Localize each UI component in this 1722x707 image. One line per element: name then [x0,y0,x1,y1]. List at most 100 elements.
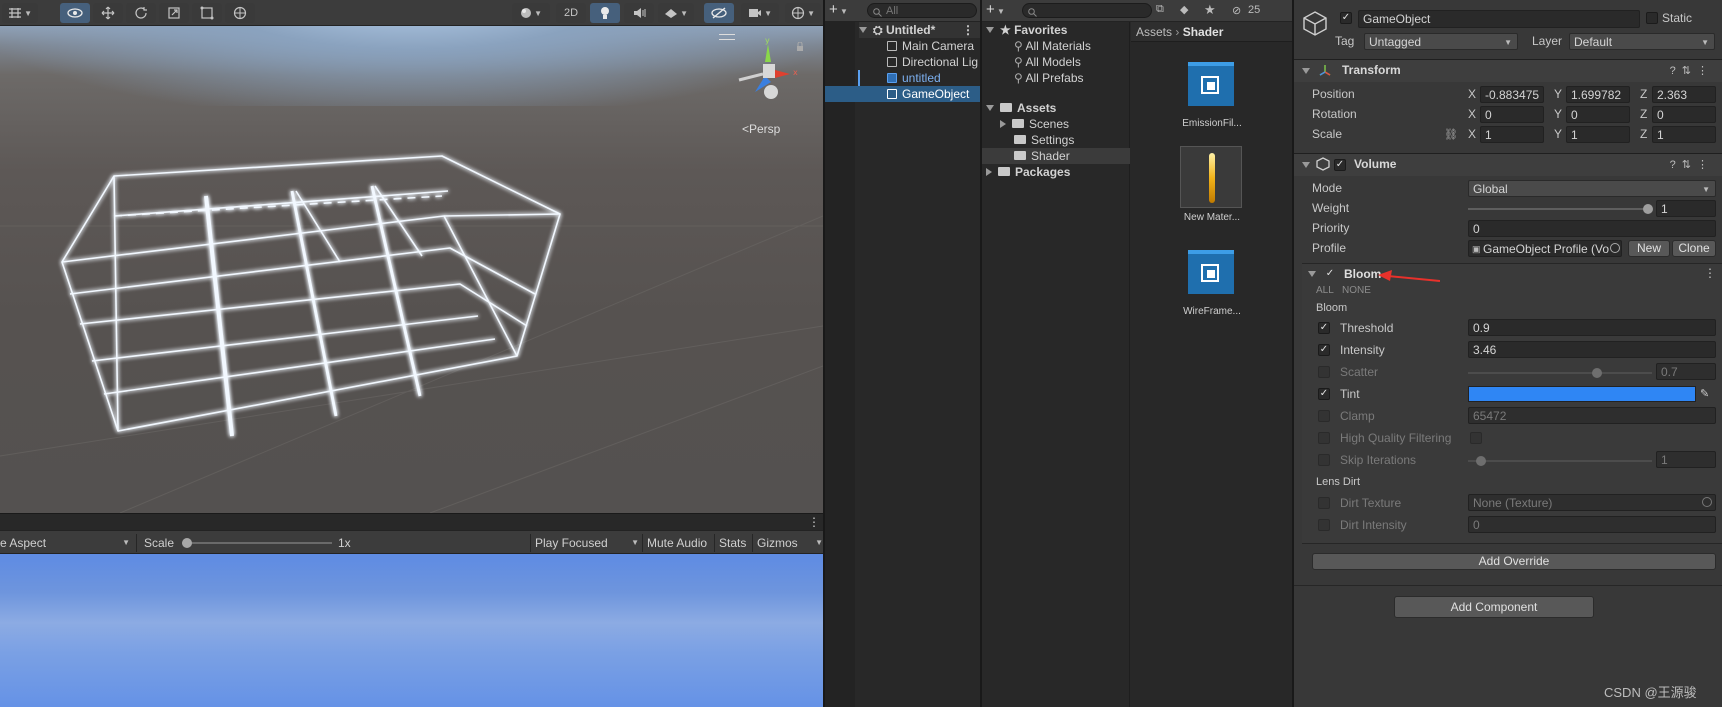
intensity-field[interactable]: 3.46 [1468,341,1716,358]
grid-icon[interactable]: ▼ [2,3,38,23]
hidden-objects-icon[interactable] [704,3,734,23]
breadcrumb-item[interactable]: Assets [1136,25,1172,39]
bloom-enabled-checkbox[interactable]: ✓ [1324,268,1336,280]
scale-x-field[interactable]: 1 [1480,126,1544,143]
scatter-slider-track[interactable] [1468,372,1652,374]
scale-y-field[interactable]: 1 [1566,126,1630,143]
skip-override-checkbox[interactable] [1318,454,1330,466]
scatter-override-checkbox[interactable] [1318,366,1330,378]
component-menu-icons[interactable]: ?⇅⋮ [1670,64,1714,77]
hq-filtering-checkbox[interactable] [1470,432,1482,444]
effects-icon[interactable]: ▼ [658,3,694,23]
hidden-packages-icon[interactable]: ⊘ [1232,4,1241,17]
rotation-x-field[interactable]: 0 [1480,106,1544,123]
scene-menu-icon[interactable]: ⋮ [962,22,974,38]
profile-field[interactable]: ▣ GameObject Profile (Vo [1468,240,1622,257]
scale-z-field[interactable]: 1 [1652,126,1716,143]
rect-icon[interactable] [192,3,222,23]
hierarchy-item-untitled[interactable]: untitled [887,70,941,86]
skip-slider-knob[interactable] [1475,456,1486,466]
rotate-icon[interactable] [126,3,156,23]
scatter-field[interactable]: 0.7 [1656,363,1716,380]
assets-folder[interactable]: Assets [986,100,1056,116]
dirt-intensity-override-checkbox[interactable] [1318,519,1330,531]
all-toggle[interactable]: ALL [1316,285,1334,296]
search-by-type-icon[interactable]: ⧉ [1156,3,1164,16]
axis-gizmo[interactable]: y x [735,34,805,106]
game-menu-icon[interactable]: ⋮ [808,516,820,528]
active-checkbox[interactable]: ✓ [1340,12,1352,24]
asset-tile-wireframe[interactable]: WireFrame... [1180,240,1244,320]
rotation-y-field[interactable]: 0 [1566,106,1630,123]
hierarchy-item-gameobject[interactable]: GameObject [825,86,980,102]
rotation-z-field[interactable]: 0 [1652,106,1716,123]
dirt-texture-override-checkbox[interactable] [1318,497,1330,509]
shading-icon[interactable]: ▼ [512,3,550,23]
tint-color-field[interactable] [1468,386,1696,402]
mode-dropdown[interactable]: Global [1468,180,1716,198]
scene-lock-icon[interactable] [796,40,804,51]
lighting-icon[interactable] [590,3,620,23]
aspect-dropdown[interactable]: e Aspect ▼ [0,534,137,552]
folder-shader[interactable]: Shader [982,148,1130,164]
breadcrumb-item[interactable]: Shader [1183,25,1224,39]
scene-root[interactable]: ⛭ Untitled* ⋮ [859,22,980,38]
scale-slider-knob[interactable] [182,538,192,548]
static-checkbox[interactable] [1646,12,1658,24]
eyedropper-icon[interactable]: ✎ [1700,387,1709,400]
hierarchy-search-input[interactable]: All [867,3,977,18]
constrain-proportions-icon[interactable]: ⛓ [1444,128,1458,141]
add-component-button[interactable]: Add Component [1394,596,1594,618]
favorite-star-icon[interactable]: ★ [1204,2,1216,18]
add-override-button[interactable]: Add Override [1312,553,1716,570]
favorite-all-prefabs[interactable]: ⚲ All Prefabs [1014,70,1084,86]
object-picker-icon[interactable] [1610,243,1620,253]
visibility-icon[interactable] [60,3,90,23]
audio-icon[interactable] [624,3,654,23]
weight-slider-knob[interactable] [1643,204,1653,214]
intensity-override-checkbox[interactable]: ✓ [1318,344,1330,356]
add-icon[interactable]: + ▼ [829,1,848,18]
transform-icon[interactable] [225,3,255,23]
weight-slider-track[interactable] [1468,208,1648,210]
position-x-field[interactable]: -0.883475 [1480,86,1544,103]
favorite-all-models[interactable]: ⚲ All Models [1014,54,1081,70]
favorite-all-materials[interactable]: ⚲ All Materials [1014,38,1091,54]
gizmos-dropdown[interactable]: Gizmos ▼ [752,534,827,552]
clamp-override-checkbox[interactable] [1318,410,1330,422]
volume-enabled-checkbox[interactable]: ✓ [1334,159,1346,171]
skip-slider-track[interactable] [1468,460,1652,462]
clone-profile-button[interactable]: Clone [1672,240,1716,257]
priority-field[interactable]: 0 [1468,220,1716,237]
folder-scenes[interactable]: Scenes [1000,116,1069,132]
packages-folder[interactable]: Packages [986,164,1070,180]
hierarchy-item-main-camera[interactable]: Main Camera [887,38,974,54]
add-icon[interactable]: + ▼ [986,1,1005,18]
hq-override-checkbox[interactable] [1318,432,1330,444]
position-y-field[interactable]: 1.699782 [1566,86,1630,103]
hierarchy-item-directional-light[interactable]: Directional Lig [887,54,978,70]
favorites-header[interactable]: ★ Favorites [986,22,1067,38]
scatter-slider-knob[interactable] [1591,368,1602,378]
position-z-field[interactable]: 2.363 [1652,86,1716,103]
dirt-texture-field[interactable]: None (Texture) [1468,494,1716,511]
threshold-override-checkbox[interactable]: ✓ [1318,322,1330,334]
layer-dropdown[interactable]: Default [1569,33,1715,51]
gizmos-icon[interactable]: ▼ [785,3,821,23]
play-focused-dropdown[interactable]: Play Focused ▼ [530,534,645,552]
new-profile-button[interactable]: New [1628,240,1670,257]
scale-slider[interactable] [182,538,332,548]
stats-button[interactable]: Stats [714,534,746,552]
project-search-input[interactable] [1022,3,1152,18]
clamp-field[interactable]: 65472 [1468,407,1716,424]
label-filter-icon[interactable]: ◆ [1180,3,1188,16]
dirt-intensity-field[interactable]: 0 [1468,516,1716,533]
override-menu-icon[interactable]: ⋮ [1704,266,1716,280]
persp-label[interactable]: <Persp [742,122,780,136]
threshold-field[interactable]: 0.9 [1468,319,1716,336]
asset-tile-material[interactable]: New Mater... [1180,146,1244,226]
bloom-header[interactable]: ✓ Bloom ⋮ [1304,265,1718,283]
camera-icon[interactable]: ▼ [741,3,779,23]
volume-header[interactable]: ✓ Volume ?⇅⋮ [1294,153,1722,176]
move-icon[interactable] [93,3,123,23]
